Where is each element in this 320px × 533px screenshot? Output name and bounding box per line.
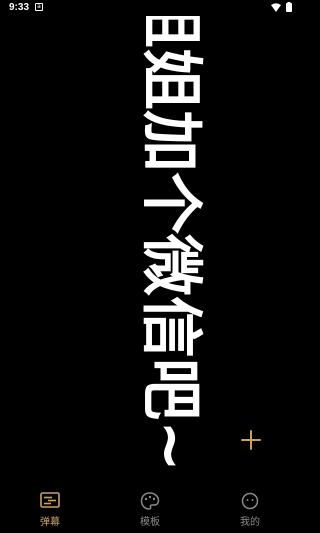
tab-profile-label: 我的 [240,517,260,528]
tab-templates-label: 模板 [140,517,160,528]
tab-profile[interactable]: 我的 [200,486,300,533]
palette-icon [140,492,160,510]
danmaku-icon [40,492,60,508]
profile-face-icon [241,492,259,510]
tab-danmaku-label: 弹幕 [40,517,60,528]
battery-icon [286,2,292,12]
tab-templates[interactable]: 模板 [100,486,200,533]
app-screen: 9:33 a 姐姐加个微信吧~ 弹幕 模板 我的 [0,0,300,533]
add-button[interactable] [239,428,263,452]
status-time: 9:33 [9,2,30,13]
bottom-nav: 弹幕 模板 我的 [0,486,300,533]
wifi-icon [271,2,281,12]
notification-app-icon: a [35,3,43,11]
status-indicators [271,2,292,12]
danmaku-display[interactable]: 姐姐加个微信吧~ [0,16,300,486]
status-bar: 9:33 a [0,0,300,16]
danmaku-text: 姐姐加个微信吧~ [135,16,208,472]
tab-danmaku[interactable]: 弹幕 [0,486,100,533]
